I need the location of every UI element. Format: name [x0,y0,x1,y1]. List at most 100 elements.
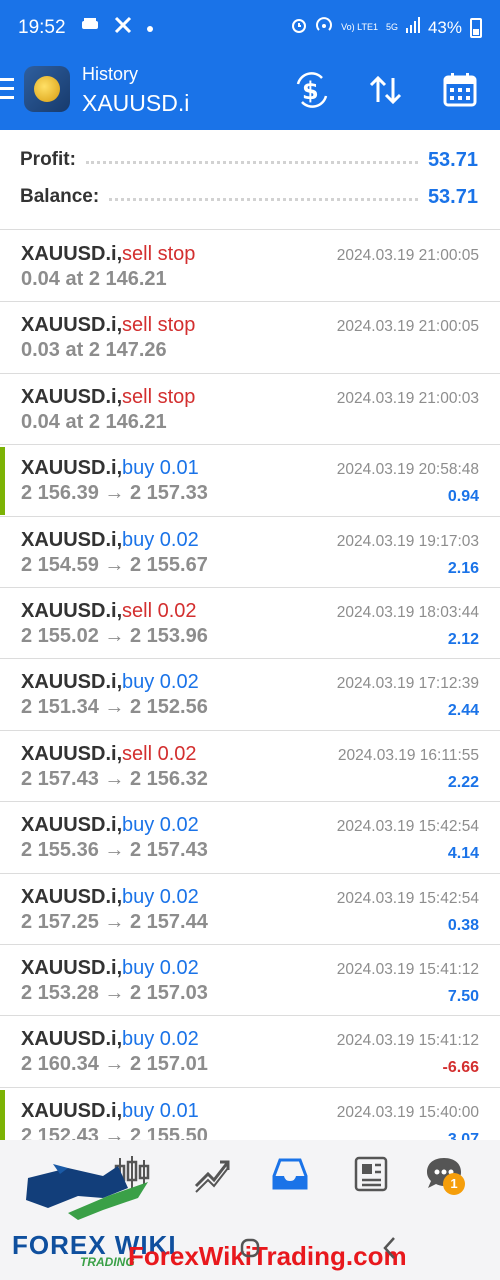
news-icon[interactable] [350,1154,390,1194]
menu-icon[interactable] [0,78,14,102]
trade-profit: 2.16 [447,559,479,577]
dot-icon [146,17,154,38]
bell-mute-icon [80,16,100,39]
trade-symbol: XAUUSD.i, [21,243,123,265]
trade-action: sell stop [122,385,196,408]
trade-time: 2024.03.19 15:42:54 [336,818,479,836]
trade-profit: 4.14 [447,845,479,863]
trade-history-list[interactable]: XAUUSD.i, sell stop 0.04 at 2 146.21 2024.0… [0,231,500,1140]
trade-prices: 2 160.34 → 2 157.01 [21,1053,208,1076]
calendar-icon[interactable] [440,72,480,108]
trade-prices: 0.04 at 2 146.21 [21,410,167,433]
dotted-leader [85,160,418,164]
profit-label: Profit: [20,149,76,170]
trade-action: buy 0.02 [122,1028,199,1051]
trade-time: 2024.03.19 21:00:05 [336,318,479,336]
trade-symbol: XAUUSD.i, [21,1028,123,1051]
trade-prices: 2 152.43 → 2 155.50 [21,1124,208,1140]
sort-icon[interactable] [366,72,406,108]
status-time: 19:52 [18,17,66,38]
trade-row[interactable]: XAUUSD.i, buy 0.02 2 151.34 → 2 152.56 2024… [0,659,500,731]
home-button-icon[interactable] [240,1236,260,1260]
profit-value: 53.71 [427,148,478,171]
currency-filter-icon[interactable]: $ [292,72,332,108]
trade-time: 2024.03.19 18:03:44 [336,603,479,621]
signal-icon [405,17,420,38]
trade-row[interactable]: XAUUSD.i, sell 0.02 2 155.02 → 2 153.96 202… [0,588,500,660]
trade-profit: 0.38 [447,916,479,934]
trade-prices: 2 155.02 → 2 153.96 [21,624,208,647]
messages-badge: 1 [443,1173,465,1195]
trade-row[interactable]: XAUUSD.i, sell stop 0.04 at 2 146.21 2024.0… [0,374,500,446]
trade-row[interactable]: XAUUSD.i, sell 0.02 2 157.43 → 2 156.32 202… [0,731,500,803]
dotted-leader [109,197,418,201]
trade-action: buy 0.02 [122,885,199,908]
trade-action: buy 0.02 [122,528,199,551]
status-notification-icons [80,16,154,39]
trade-profit: 7.50 [447,987,479,1005]
trade-profit: -6.66 [442,1059,479,1077]
trade-prices: 2 157.43 → 2 156.32 [21,767,208,790]
watermark-logo-sub: TRADING [80,1255,135,1269]
symbol-title[interactable]: XAUUSD.i [82,90,189,117]
trade-time: 2024.03.19 15:41:12 [336,1032,479,1050]
trade-row[interactable]: XAUUSD.i, buy 0.02 2 155.36 → 2 157.43 2024… [0,802,500,874]
trade-prices: 2 156.39 → 2 157.33 [21,482,208,505]
trade-icon[interactable] [192,1154,232,1194]
x-app-icon [114,16,132,39]
trade-profit: 3.07 [447,1130,479,1140]
account-summary: Profit: 53.71 Balance: 53.71 [0,130,500,230]
trade-symbol: XAUUSD.i, [21,457,123,480]
history-icon[interactable] [270,1154,310,1194]
volte-tag: Vo) LTE1 [341,22,378,32]
trade-symbol: XAUUSD.i, [21,885,123,908]
trade-row[interactable]: XAUUSD.i, sell stop 0.03 at 2 147.26 2024.0… [0,302,500,374]
status-system-icons: Vo) LTE1 5G 43% [291,17,482,38]
trade-time: 2024.03.19 21:00:05 [336,247,479,264]
trade-row[interactable]: XAUUSD.i, buy 0.02 2 153.28 → 2 157.03 2024… [0,945,500,1017]
trade-profit: 2.12 [447,630,479,648]
trade-time: 2024.03.19 15:40:00 [336,1103,479,1121]
hotspot-icon [315,17,333,38]
trade-row[interactable]: XAUUSD.i, buy 0.01 2 156.39 → 2 157.33 2024… [0,445,500,517]
trade-prices: 2 157.25 → 2 157.44 [21,910,208,933]
trade-time: 2024.03.19 15:41:12 [336,960,479,978]
battery-percent: 43% [427,17,462,37]
balance-label: Balance: [20,186,100,207]
trade-action: sell stop [122,243,196,265]
trade-symbol: XAUUSD.i, [21,814,123,837]
trade-symbol: XAUUSD.i, [21,314,123,337]
balance-row: Balance: 53.71 [20,182,478,212]
svg-text:$: $ [302,77,319,105]
battery-icon [470,17,482,38]
trade-time: 2024.03.19 15:42:54 [336,889,479,907]
trade-action: buy 0.01 [122,1099,199,1122]
app-logo-icon [24,66,70,112]
trade-row[interactable]: XAUUSD.i, buy 0.02 2 160.34 → 2 157.01 2024… [0,1016,500,1088]
trade-prices: 2 151.34 → 2 152.56 [21,696,208,719]
trade-row[interactable]: XAUUSD.i, sell stop 0.04 at 2 146.21 2024.0… [0,231,500,303]
trade-time: 2024.03.19 19:17:03 [336,532,479,550]
trade-prices: 0.03 at 2 147.26 [21,339,167,362]
trade-profit: 0.94 [447,488,479,506]
trade-row[interactable]: XAUUSD.i, buy 0.02 2 154.59 → 2 155.67 2024… [0,517,500,588]
trade-symbol: XAUUSD.i, [21,528,123,551]
trade-action: buy 0.02 [122,671,199,694]
trade-time: 2024.03.19 17:12:39 [336,675,479,693]
trade-time: 2024.03.19 20:58:48 [336,461,479,479]
alarm-icon [291,17,307,38]
trade-row[interactable]: XAUUSD.i, buy 0.01 2 152.43 → 2 155.50 2024… [0,1088,500,1140]
trade-profit: 2.44 [447,702,479,720]
trade-symbol: XAUUSD.i, [21,599,123,622]
trade-symbol: XAUUSD.i, [21,385,123,408]
back-button-icon[interactable] [380,1236,400,1260]
profit-row: Profit: 53.71 [20,145,478,175]
trade-symbol: XAUUSD.i, [21,671,123,694]
trade-action: buy 0.01 [122,457,199,480]
trade-prices: 2 153.28 → 2 157.03 [21,981,208,1004]
trade-row[interactable]: XAUUSD.i, buy 0.02 2 157.25 → 2 157.44 2024… [0,874,500,945]
trade-action: sell 0.02 [122,742,197,765]
trade-action: sell stop [122,314,196,337]
watermark-site: ForexWikiTrading.com [128,1241,407,1271]
app-bar: History XAUUSD.i $ [0,58,500,130]
